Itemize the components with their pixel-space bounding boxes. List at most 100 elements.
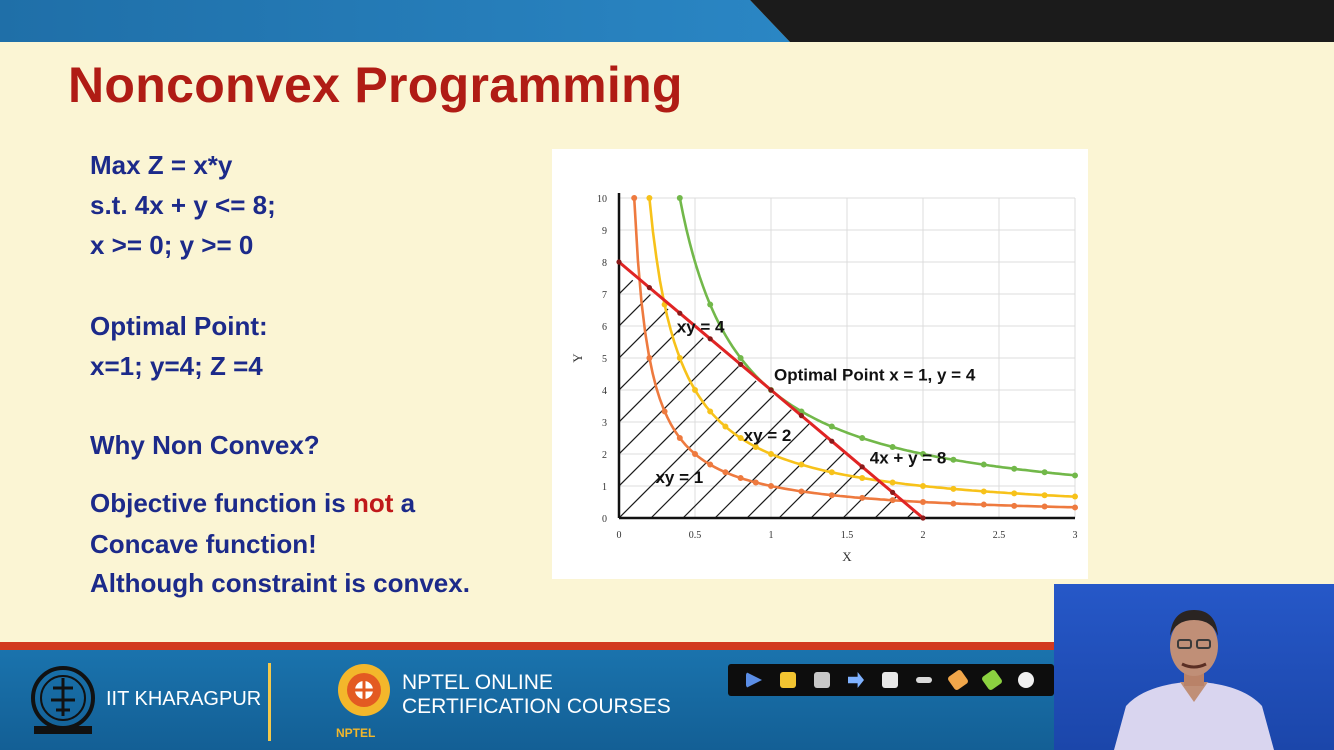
feasible-hatch-line: [1035, 188, 1088, 518]
y-tick-label: 4: [602, 386, 607, 397]
highlighter-icon[interactable]: [814, 672, 830, 688]
feasible-hatch-line: [971, 188, 1088, 518]
feasible-hatch-line: [842, 269, 924, 518]
series-point-1: [676, 435, 683, 441]
green-marker-icon[interactable]: [980, 668, 1004, 692]
series-point-1: [859, 494, 866, 501]
series-point-1: [889, 497, 896, 504]
x-tick-label: 1.5: [841, 530, 854, 541]
pointer-icon[interactable]: [746, 672, 762, 688]
optimal-values: x=1; y=4; Z =4: [90, 351, 263, 381]
series-point-1: [768, 483, 774, 489]
annotation-toolbar: [728, 664, 1054, 696]
series-point-2: [646, 195, 653, 201]
series-point-3: [707, 301, 714, 308]
series-point-4: [677, 310, 683, 316]
y-tick-label: 0: [602, 514, 607, 525]
series-point-3: [859, 435, 866, 441]
series-point-2: [722, 423, 729, 430]
x-tick-label: 0: [617, 530, 622, 541]
chart-panel: 0 0.5 1 1.5 2 2.5 3 0 1 2 3 4 5 6 7 8 9 10 X Yxy = 4 Optimal…: [552, 149, 1088, 579]
feasible-hatch-line: [746, 269, 924, 518]
clear-icon[interactable]: [1018, 672, 1034, 688]
series-point-2: [1072, 493, 1078, 500]
presenter-figure: [1114, 610, 1274, 750]
y-tick-label: 5: [602, 354, 607, 365]
series-point-4: [829, 438, 835, 444]
problem-line-2: s.t. 4x + y <= 8;: [90, 190, 276, 220]
iit-kharagpur-logo: [31, 666, 95, 734]
series-point-4: [798, 413, 804, 419]
series-point-1: [661, 408, 668, 415]
series-point-1: [828, 492, 835, 499]
explanation-line-2: Concave function!: [90, 529, 317, 559]
feasible-hatch-line: [619, 269, 630, 518]
series-point-4: [646, 285, 652, 291]
series-point-1: [646, 355, 653, 361]
iit-kharagpur-label: IIT KHARAGPUR: [106, 688, 262, 710]
top-bar-black: [750, 0, 1334, 42]
feasible-hatch-line: [810, 269, 924, 518]
marker-icon[interactable]: [946, 668, 970, 692]
annotation-label: xy = 1: [655, 468, 703, 487]
series-point-4: [859, 464, 865, 470]
series-point-2: [1041, 492, 1048, 499]
nptel-line-1: NPTEL ONLINE: [402, 671, 553, 694]
series-point-1: [752, 479, 759, 486]
problem-line-3: x >= 0; y >= 0: [90, 230, 254, 260]
nptel-logo-text: NPTEL: [336, 726, 376, 740]
y-tick-label: 9: [602, 226, 607, 237]
chart: 0 0.5 1 1.5 2 2.5 3 0 1 2 3 4 5 6 7 8 9 10 X Yxy = 4 Optimal…: [570, 188, 1088, 564]
feasible-hatch-line: [682, 269, 924, 518]
series-point-3: [1041, 469, 1048, 476]
series-point-1: [920, 499, 926, 505]
series-point-1: [950, 500, 957, 507]
y-tick-label: 1: [602, 482, 607, 493]
series-point-1: [1072, 504, 1078, 511]
nptel-line-2: CERTIFICATION COURSES: [402, 695, 671, 718]
series-line-2: [648, 197, 1076, 498]
series-point-4: [616, 259, 622, 265]
series-point-1: [980, 501, 987, 508]
y-tick-label: 3: [602, 418, 607, 429]
arrow-icon[interactable]: [848, 672, 864, 688]
feasible-hatch-line: [906, 269, 924, 518]
y-tick-label: 7: [602, 290, 607, 301]
feasible-hatch-line: [778, 269, 924, 518]
series-point-2: [692, 387, 698, 393]
feasible-hatch-line: [619, 269, 662, 518]
series-point-3: [737, 355, 744, 361]
series-point-2: [1011, 490, 1018, 497]
x-tick-label: 3: [1073, 530, 1078, 541]
series-point-1: [722, 469, 729, 476]
series-point-3: [1072, 472, 1078, 479]
series-point-4: [738, 361, 744, 367]
eraser-icon[interactable]: [882, 672, 898, 688]
x-tick-label: 2.5: [993, 530, 1006, 541]
series-point-4: [920, 515, 926, 521]
feasible-hatch-line: [874, 269, 924, 518]
series-point-1: [1041, 503, 1048, 510]
series-point-2: [859, 475, 866, 481]
pen-icon[interactable]: [780, 672, 796, 688]
y-tick-label: 6: [602, 322, 607, 333]
x-tick-label: 2: [921, 530, 926, 541]
series-point-3: [676, 195, 683, 201]
feasible-hatch-line: [1067, 188, 1088, 518]
presenter-video: [1054, 584, 1334, 750]
series-point-2: [889, 479, 896, 486]
series-point-4: [707, 336, 713, 342]
y-axis-label: Y: [570, 353, 585, 363]
annotation-label: Optimal Point x = 1, y = 4: [774, 365, 976, 384]
series-point-2: [707, 408, 714, 415]
series-point-3: [1011, 465, 1018, 472]
series-point-4: [890, 489, 896, 495]
annotation-label: 4x + y = 8: [870, 449, 947, 468]
problem-line-1: Max Z = x*y: [90, 150, 233, 180]
line-icon[interactable]: [916, 677, 932, 683]
series-point-2: [920, 483, 926, 489]
x-axis-label: X: [842, 549, 852, 564]
y-tick-label: 2: [602, 450, 607, 461]
x-tick-label: 0.5: [689, 530, 702, 541]
series-point-3: [950, 456, 957, 463]
